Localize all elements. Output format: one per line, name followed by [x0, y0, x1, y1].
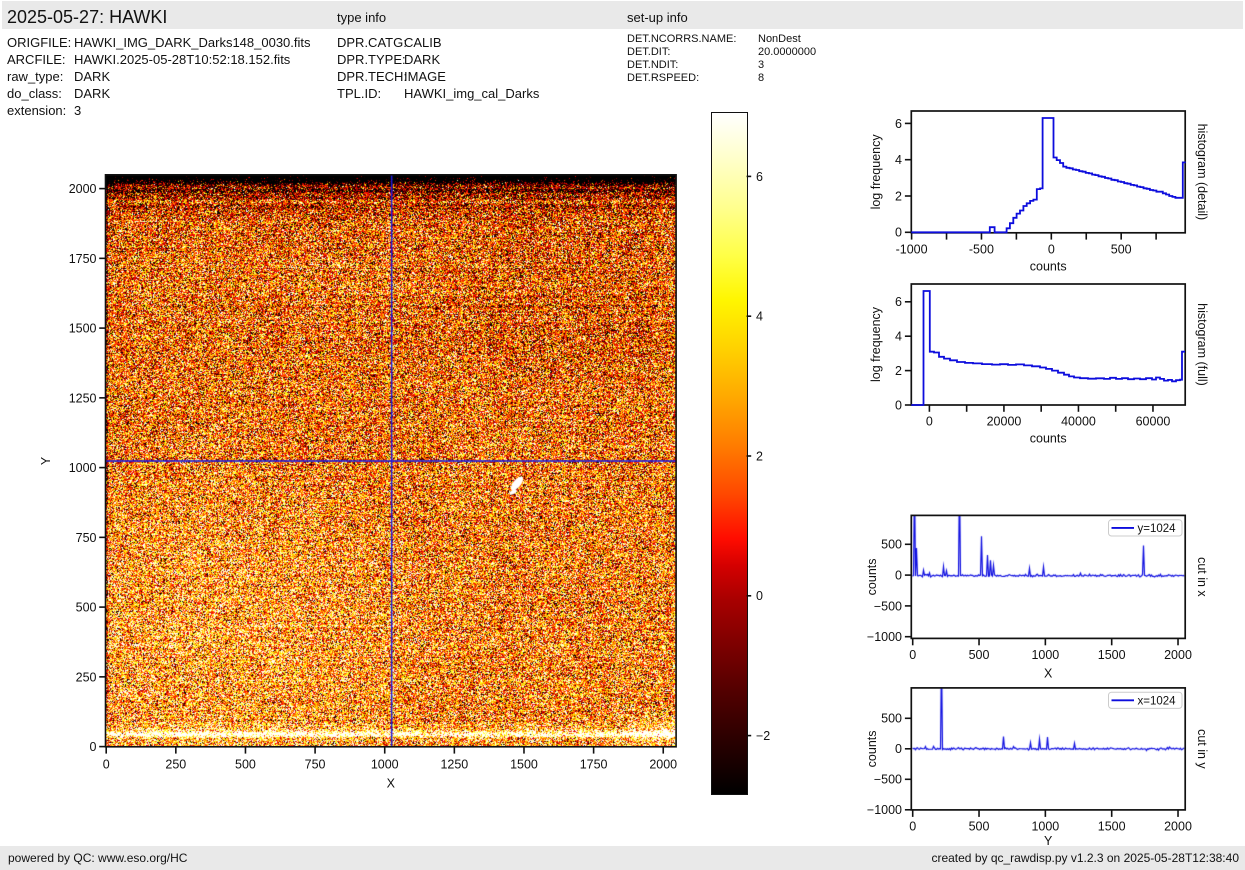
svg-text:6: 6 — [756, 170, 763, 184]
svg-text:0: 0 — [895, 742, 902, 756]
svg-text:750: 750 — [305, 758, 326, 772]
svg-text:counts: counts — [1030, 432, 1067, 446]
svg-text:250: 250 — [76, 670, 97, 684]
svg-text:2: 2 — [895, 189, 902, 203]
svg-text:40000: 40000 — [1061, 415, 1096, 429]
svg-text:cut in x: cut in x — [1195, 557, 1209, 597]
svg-text:60000: 60000 — [1136, 415, 1171, 429]
svg-text:Y: Y — [39, 456, 53, 465]
svg-text:500: 500 — [881, 538, 902, 552]
svg-text:6: 6 — [895, 295, 902, 309]
svg-text:−1000: −1000 — [867, 803, 902, 817]
svg-text:1500: 1500 — [1098, 820, 1126, 834]
svg-text:0: 0 — [895, 226, 902, 240]
svg-text:500: 500 — [1111, 243, 1132, 257]
svg-text:0: 0 — [1048, 243, 1055, 257]
svg-text:500: 500 — [235, 758, 256, 772]
svg-text:2000: 2000 — [649, 758, 677, 772]
svg-text:500: 500 — [881, 712, 902, 726]
svg-text:−500: −500 — [874, 599, 902, 613]
svg-text:1000: 1000 — [1031, 648, 1059, 662]
svg-text:0: 0 — [909, 648, 916, 662]
svg-text:0: 0 — [895, 398, 902, 412]
svg-text:histogram (full): histogram (full) — [1195, 303, 1209, 386]
svg-text:2: 2 — [895, 364, 902, 378]
svg-text:−2: −2 — [756, 729, 770, 743]
svg-text:y=1024: y=1024 — [1138, 523, 1177, 535]
svg-text:X: X — [387, 777, 396, 791]
svg-text:2000: 2000 — [69, 182, 97, 196]
svg-text:1000: 1000 — [371, 758, 399, 772]
svg-text:-500: -500 — [969, 243, 994, 257]
svg-text:1500: 1500 — [510, 758, 538, 772]
svg-text:histogram (detail): histogram (detail) — [1195, 124, 1209, 221]
svg-text:500: 500 — [969, 648, 990, 662]
svg-text:1750: 1750 — [69, 252, 97, 266]
svg-text:20000: 20000 — [987, 415, 1022, 429]
svg-text:counts: counts — [1030, 260, 1067, 274]
svg-text:−1000: −1000 — [867, 630, 902, 644]
svg-text:6: 6 — [895, 117, 902, 131]
svg-text:-1000: -1000 — [896, 243, 928, 257]
svg-text:1750: 1750 — [580, 758, 608, 772]
svg-text:log frequency: log frequency — [869, 134, 883, 210]
svg-text:500: 500 — [969, 820, 990, 834]
svg-text:cut in y: cut in y — [1195, 729, 1209, 769]
svg-text:1000: 1000 — [1031, 820, 1059, 834]
svg-text:2000: 2000 — [1164, 648, 1192, 662]
svg-text:250: 250 — [165, 758, 186, 772]
svg-text:4: 4 — [895, 153, 902, 167]
svg-text:0: 0 — [756, 589, 763, 603]
svg-text:1500: 1500 — [69, 322, 97, 336]
svg-text:−500: −500 — [874, 773, 902, 787]
svg-text:0: 0 — [103, 758, 110, 772]
svg-text:4: 4 — [756, 310, 763, 324]
svg-text:500: 500 — [76, 601, 97, 615]
svg-text:log frequency: log frequency — [869, 306, 883, 382]
svg-text:counts: counts — [865, 730, 879, 767]
svg-text:1500: 1500 — [1098, 648, 1126, 662]
svg-text:1000: 1000 — [69, 461, 97, 475]
svg-text:0: 0 — [926, 415, 933, 429]
svg-text:0: 0 — [909, 820, 916, 834]
svg-text:0: 0 — [90, 740, 97, 754]
svg-text:2000: 2000 — [1164, 820, 1192, 834]
svg-text:750: 750 — [76, 531, 97, 545]
svg-text:1250: 1250 — [440, 758, 468, 772]
svg-text:4: 4 — [895, 330, 902, 344]
svg-text:0: 0 — [895, 569, 902, 583]
svg-text:X: X — [1044, 667, 1053, 681]
svg-text:counts: counts — [865, 558, 879, 595]
svg-text:1250: 1250 — [69, 391, 97, 405]
svg-text:2: 2 — [756, 449, 763, 463]
svg-text:x=1024: x=1024 — [1138, 696, 1177, 708]
